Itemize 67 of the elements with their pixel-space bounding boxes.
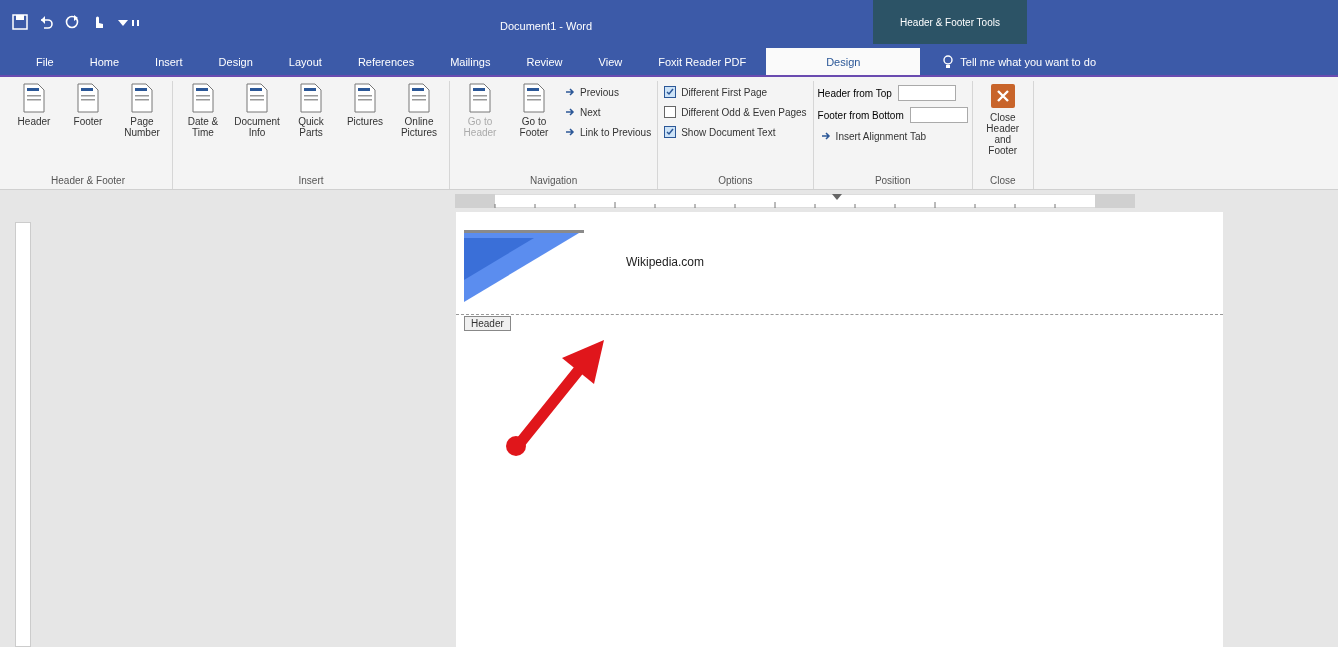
close-icon	[989, 83, 1016, 109]
ribbon-button[interactable]: Pictures	[339, 81, 391, 173]
ribbon-tab[interactable]: Design	[202, 48, 269, 75]
check-icon	[666, 128, 675, 136]
ribbon-tab[interactable]: File	[20, 48, 70, 75]
arrow-icon	[819, 130, 832, 142]
save-icon[interactable]	[12, 14, 28, 30]
ribbon-tab[interactable]: Design	[766, 48, 921, 75]
checkbox-label: Different Odd & Even Pages	[681, 106, 807, 118]
field-label: Header from Top	[817, 87, 892, 99]
group-label: Close	[988, 174, 1017, 188]
ribbon-button[interactable]: Previous	[562, 85, 654, 99]
ribbon-tab[interactable]: Home	[73, 48, 136, 75]
group-label: Position	[873, 174, 912, 188]
ribbon-tab[interactable]: Insert	[139, 48, 199, 75]
ribbon-button[interactable]: Footer	[62, 81, 114, 173]
arrow-icon	[564, 106, 576, 118]
group-label: Navigation	[528, 174, 579, 188]
ribbon-tab[interactable]: Layout	[272, 48, 338, 75]
ribbon-button[interactable]: Page Number	[116, 81, 168, 173]
spin-field[interactable]	[909, 107, 968, 123]
ribbon-tab[interactable]: References	[341, 48, 431, 75]
context-label: Header & Footer Tools	[900, 16, 1000, 28]
arrow-icon	[564, 86, 576, 98]
group-label: Insert	[297, 174, 325, 188]
check-icon	[666, 88, 675, 96]
checkbox[interactable]	[664, 126, 677, 138]
ribbon-tab[interactable]: Foxit Reader PDF	[642, 48, 763, 75]
close-header-footer-button[interactable]: Close Header and Footer	[976, 81, 1029, 173]
redo-icon[interactable]	[64, 14, 80, 30]
spin-field[interactable]	[897, 85, 956, 101]
ribbon-button[interactable]: Next	[562, 105, 654, 119]
arrow-icon	[564, 126, 576, 138]
header-tag: Header	[464, 316, 511, 331]
page-icon	[244, 83, 270, 113]
ribbon-tab[interactable]: View	[582, 48, 639, 75]
group-label: Options	[717, 174, 754, 188]
lightbulb-icon	[942, 54, 955, 69]
field-label: Footer from Bottom	[817, 109, 904, 121]
checkbox[interactable]	[664, 86, 677, 98]
ribbon-button[interactable]: Document Info	[231, 81, 283, 173]
page-icon	[467, 83, 493, 113]
undo-icon[interactable]	[38, 14, 54, 30]
page-icon	[352, 83, 378, 113]
checkbox-label: Different First Page	[681, 86, 768, 98]
ribbon-button[interactable]: Date & Time	[177, 81, 229, 173]
ribbon-button[interactable]: Insert Alignment Tab	[817, 129, 968, 143]
header-text: Wikipedia.com	[626, 255, 705, 269]
page-icon	[129, 83, 155, 113]
page-icon	[406, 83, 432, 113]
ribbon-button[interactable]: Header	[8, 81, 60, 173]
ribbon-button[interactable]: Go to Footer	[508, 81, 560, 173]
tell-me-field[interactable]: Tell me what you want to do	[936, 48, 1102, 75]
ribbon-button[interactable]: Quick Parts	[285, 81, 337, 173]
page-icon	[21, 83, 47, 113]
ribbon-tab[interactable]: Mailings	[434, 48, 507, 75]
page-icon	[190, 83, 216, 113]
page-icon	[298, 83, 324, 113]
checkbox-label: Show Document Text	[681, 126, 776, 138]
page-icon	[75, 83, 101, 113]
group-label: Header & Footer	[50, 174, 126, 188]
page-icon	[521, 83, 547, 113]
ribbon-tab[interactable]: Review	[510, 48, 579, 75]
ribbon-button[interactable]: Link to Previous	[562, 125, 654, 139]
ribbon-button[interactable]: Online Pictures	[393, 81, 445, 173]
window-title: Document1 - Word	[500, 20, 593, 32]
checkbox[interactable]	[664, 106, 677, 118]
